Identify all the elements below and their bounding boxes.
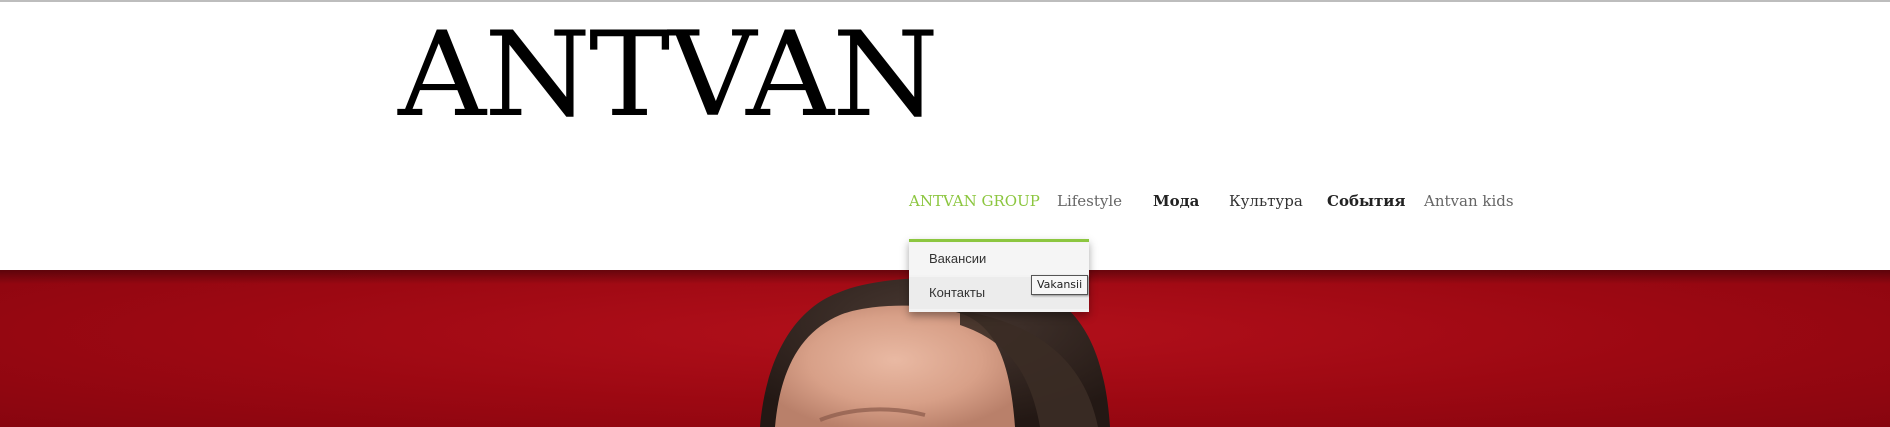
main-navigation: ANTVAN GROUP Lifestyle Мода Культура Соб… xyxy=(0,190,1890,212)
page: ANTVAN ANTVAN GROUP Lifestyle Мода Культ… xyxy=(0,0,1890,427)
nav-item-antvan-group[interactable]: ANTVAN GROUP xyxy=(909,190,1040,212)
site-header: ANTVAN ANTVAN GROUP Lifestyle Мода Культ… xyxy=(0,2,1890,270)
link-tooltip: Vakansii xyxy=(1031,275,1089,295)
nav-item-fashion[interactable]: Мода xyxy=(1153,190,1199,212)
nav-item-events[interactable]: События xyxy=(1327,190,1406,212)
nav-item-lifestyle[interactable]: Lifestyle xyxy=(1057,190,1122,212)
nav-item-culture[interactable]: Культура xyxy=(1229,190,1303,212)
site-logo[interactable]: ANTVAN xyxy=(398,16,939,133)
nav-item-antvan-kids[interactable]: Antvan kids xyxy=(1424,190,1514,212)
dropdown-item-vacancies[interactable]: Вакансии xyxy=(909,243,1089,275)
